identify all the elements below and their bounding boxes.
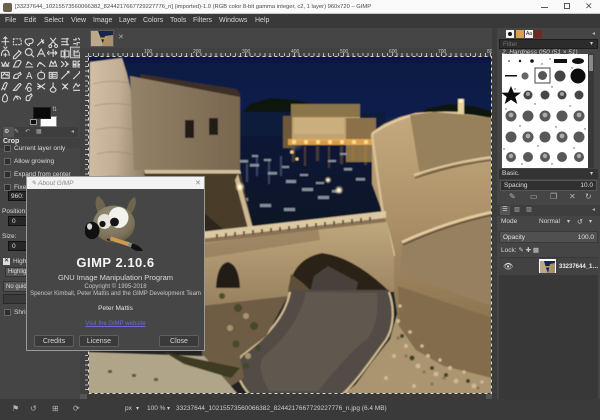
svg-text:A: A bbox=[26, 71, 33, 82]
